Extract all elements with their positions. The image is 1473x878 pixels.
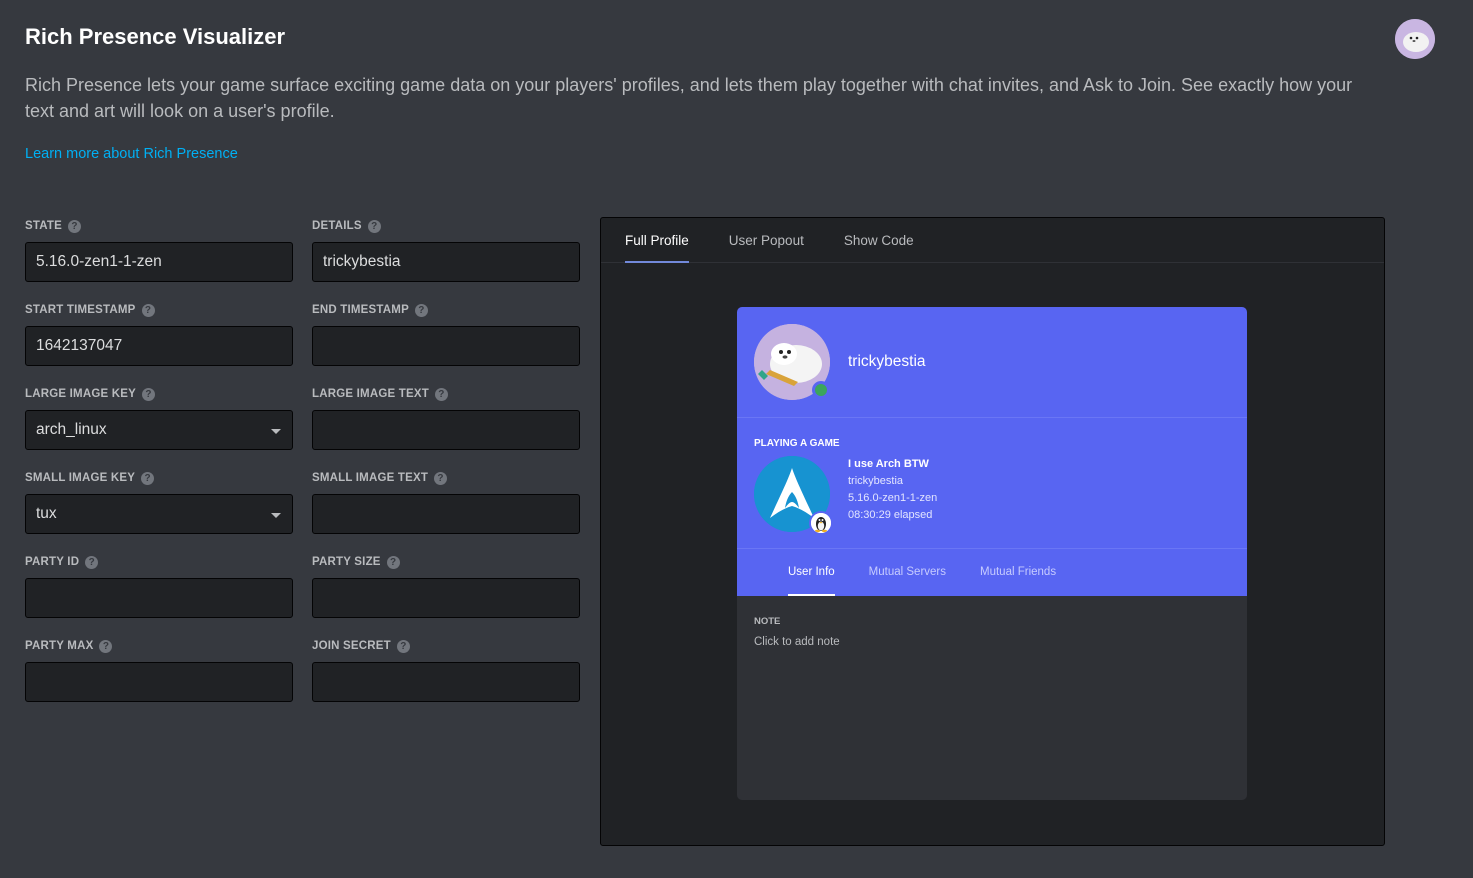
end-timestamp-input[interactable] [312,326,580,366]
activity-state: 5.16.0-zen1-1-zen [848,492,938,504]
party-size-label: PARTY SIZE [312,556,381,568]
help-icon[interactable]: ? [386,555,400,569]
profile-tabs: User Info Mutual Servers Mutual Friends [737,549,1247,596]
small-image [809,511,833,535]
page-title: Rich Presence Visualizer [25,24,286,49]
small-image-key-field: SMALL IMAGE KEY? tux [25,470,293,534]
small-image-key-select[interactable]: tux [25,494,293,534]
note-label: NOTE [754,616,781,627]
details-field: DETAILS? trickybestia [312,218,580,282]
help-icon[interactable]: ? [396,639,410,653]
party-size-field: PARTY SIZE? [312,554,580,618]
chevron-down-icon[interactable] [271,513,281,518]
large-image-text-input[interactable] [312,410,580,450]
activity-elapsed: 08:30:29 elapsed [848,509,933,521]
join-secret-field: JOIN SECRET? [312,638,580,702]
help-icon[interactable]: ? [434,471,448,485]
profile-username: trickybestia [848,353,926,370]
online-status-dot [812,381,830,399]
details-input[interactable]: trickybestia [312,242,580,282]
activity-section: PLAYING A GAME I use Arch BTW trickybest… [737,417,1247,549]
join-secret-label: JOIN SECRET [312,640,391,652]
start-timestamp-field: START TIMESTAMP? 1642137047 [25,302,293,366]
small-image-text-input[interactable] [312,494,580,534]
end-timestamp-label: END TIMESTAMP [312,304,409,316]
note-input[interactable]: Click to add note [754,636,840,648]
activity-game-name: I use Arch BTW [848,458,929,470]
profile-header: trickybestia [737,307,1247,417]
help-icon[interactable]: ? [414,303,428,317]
help-icon[interactable]: ? [141,387,155,401]
large-image-text-field: LARGE IMAGE TEXT? [312,386,580,450]
party-size-input[interactable] [312,578,580,618]
activity-text: I use Arch BTW trickybestia 5.16.0-zen1-… [848,456,937,524]
tab-user-info[interactable]: User Info [788,549,835,596]
help-icon[interactable]: ? [434,387,448,401]
large-image-text-label: LARGE IMAGE TEXT [312,388,429,400]
help-icon[interactable]: ? [141,303,155,317]
state-field: STATE? 5.16.0-zen1-1-zen [25,218,293,282]
start-timestamp-label: START TIMESTAMP [25,304,136,316]
start-timestamp-input[interactable]: 1642137047 [25,326,293,366]
party-max-field: PARTY MAX? [25,638,293,702]
help-icon[interactable]: ? [68,219,81,233]
small-image-text-field: SMALL IMAGE TEXT? [312,470,580,534]
tab-show-code[interactable]: Show Code [844,218,914,263]
user-avatar[interactable] [1395,19,1435,59]
small-image-key-value: tux [36,505,57,522]
help-icon[interactable]: ? [85,555,99,569]
large-image-key-value: arch_linux [36,421,107,438]
join-secret-input[interactable] [312,662,580,702]
large-image-key-select[interactable]: arch_linux [25,410,293,450]
party-id-field: PARTY ID? [25,554,293,618]
party-max-label: PARTY MAX [25,640,94,652]
help-icon[interactable]: ? [367,219,381,233]
state-label: STATE [25,220,62,232]
tux-icon [811,513,831,533]
preview-tabs: Full Profile User Popout Show Code [601,218,1384,263]
party-id-label: PARTY ID [25,556,80,568]
chevron-down-icon[interactable] [271,429,281,434]
learn-more-link[interactable]: Learn more about Rich Presence [25,146,238,162]
tab-user-popout[interactable]: User Popout [729,218,804,263]
state-input[interactable]: 5.16.0-zen1-1-zen [25,242,293,282]
tab-mutual-servers[interactable]: Mutual Servers [869,549,946,596]
activity-details: trickybestia [848,475,904,487]
help-icon[interactable]: ? [99,639,113,653]
details-label: DETAILS [312,220,362,232]
page-description: Rich Presence lets your game surface exc… [25,75,1353,121]
small-image-text-label: SMALL IMAGE TEXT [312,472,429,484]
party-max-input[interactable] [25,662,293,702]
party-id-input[interactable] [25,578,293,618]
tab-full-profile[interactable]: Full Profile [625,218,689,263]
profile-card: trickybestia PLAYING A GAME I use Arch B… [737,307,1247,800]
end-timestamp-field: END TIMESTAMP? [312,302,580,366]
help-icon[interactable]: ? [141,471,155,485]
small-image-key-label: SMALL IMAGE KEY [25,472,136,484]
large-image-key-field: LARGE IMAGE KEY? arch_linux [25,386,293,450]
activity-heading: PLAYING A GAME [754,438,840,449]
preview-panel: Full Profile User Popout Show Code trick… [600,217,1385,846]
seal-avatar-icon [1395,19,1435,59]
tab-mutual-friends[interactable]: Mutual Friends [980,549,1056,596]
large-image-key-label: LARGE IMAGE KEY [25,388,136,400]
